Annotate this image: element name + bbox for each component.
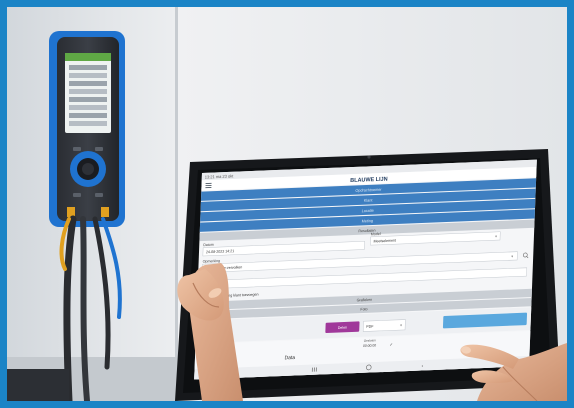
section-label: Meting (362, 219, 373, 224)
section-label: Klant (364, 198, 374, 202)
wall-mounted-analyzer (49, 31, 125, 227)
status-label: Gesloten (364, 338, 376, 343)
floor-case (7, 369, 69, 401)
foto-label: Foto (360, 307, 367, 311)
format-dropdown-icon: ▾ (400, 323, 402, 327)
check-icon: ✓ (389, 342, 393, 347)
photo-frame: 13:21 ma 23 okt BLAUWE LIJN Opdrachtneme… (0, 0, 574, 408)
data-tab-label[interactable]: Data (284, 355, 295, 362)
model-dropdown-icon: ▾ (495, 234, 497, 238)
opmerking-dropdown-icon: ▾ (511, 254, 513, 258)
grafieken-label: Grafieken (357, 298, 373, 303)
photo-scene: 13:21 ma 23 okt BLAUWE LIJN Opdrachtneme… (7, 7, 567, 401)
section-label: Locatie (362, 209, 374, 214)
format-select-value: PDF (366, 324, 374, 328)
opmerking-label: Opmerking (203, 259, 221, 264)
timestamp: 00:00:00 (363, 343, 376, 348)
menu-icon[interactable] (205, 182, 212, 189)
wall-seam (175, 7, 178, 401)
model-label: Model (371, 232, 381, 236)
datum-label: Datum (203, 243, 214, 247)
pink-button-label: Delen (338, 326, 347, 330)
